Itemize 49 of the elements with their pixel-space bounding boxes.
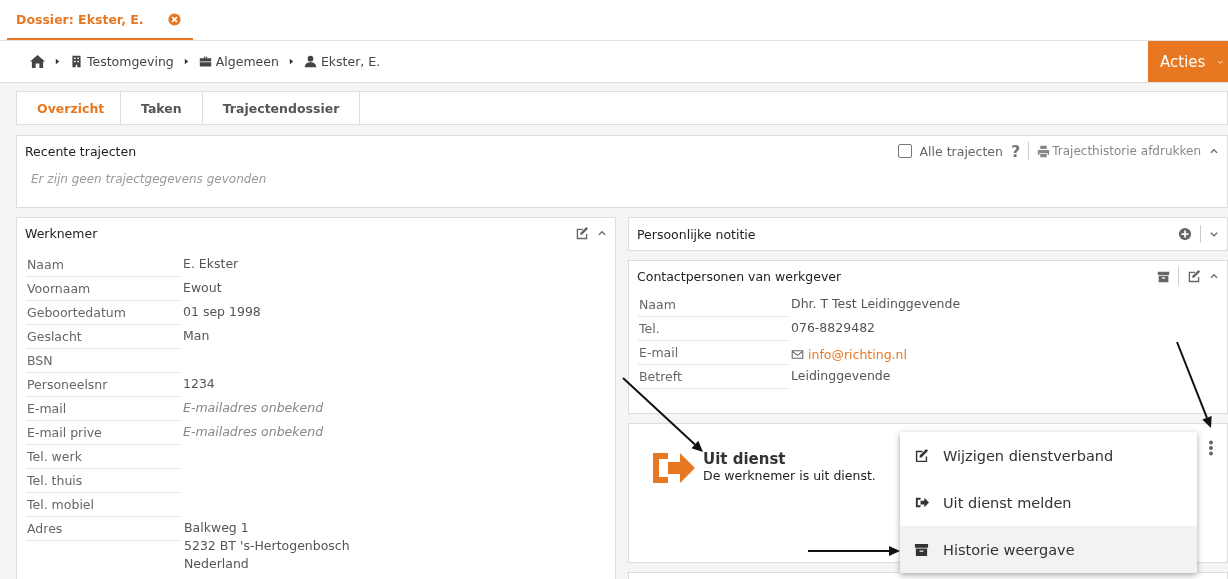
field-value: Leidinggevende: [790, 367, 891, 385]
panel-title: Recente trajecten: [25, 143, 137, 159]
panel-title: Werknemer: [25, 225, 98, 241]
field-label: E-mail prive: [26, 421, 181, 445]
empty-message: Er zijn geen trajectgegevens gevonden: [30, 171, 268, 188]
panel-title: Contactpersonen van werkgever: [637, 268, 842, 284]
breadcrumb-link[interactable]: Algemeen: [198, 54, 279, 69]
field-value: 01 sep 1998: [182, 303, 261, 321]
field-label: Geboortedatum: [26, 301, 181, 325]
field-label: Voornaam: [26, 277, 181, 301]
field-label: Tel. werk: [26, 445, 181, 469]
print-link[interactable]: Trajecthistorie afdrukken: [1037, 144, 1201, 158]
field-label: Naam: [638, 293, 789, 317]
field-value: E-mailadres onbekend: [182, 423, 324, 441]
field-label: Tel.: [638, 317, 789, 341]
field-value: 076-8829482: [790, 319, 876, 337]
checkbox-label: Alle trajecten: [919, 143, 1003, 159]
address-line: Balkweg 1: [184, 520, 250, 535]
field-value: E. Ekster: [182, 255, 239, 273]
field-label: Tel. mobiel: [26, 493, 181, 517]
field-value: 1234: [182, 375, 215, 393]
field-label: Personeelsnr: [26, 373, 181, 397]
panel-title: Persoonlijke notitie: [637, 226, 756, 242]
field-label: Tel. thuis: [26, 469, 181, 493]
breadcrumb-label: Algemeen: [215, 54, 279, 69]
breadcrumb-label: Testomgeving: [87, 54, 174, 69]
breadcrumb-link[interactable]: Testomgeving: [70, 54, 174, 69]
field-label: E-mail: [638, 341, 789, 365]
field-label: Betreft: [638, 365, 789, 389]
menu-item[interactable]: Uit dienst melden: [900, 479, 1197, 526]
field-value: Ewout: [182, 279, 222, 297]
breadcrumb-link[interactable]: Ekster, E.: [303, 54, 381, 69]
status-text: De werknemer is uit dienst.: [703, 468, 876, 483]
field-label: Naam: [26, 253, 181, 277]
field-value: Man: [182, 327, 210, 345]
address-line: Nederland: [184, 556, 250, 571]
field-label: Adres: [26, 517, 181, 541]
field-value: E-mailadres onbekend: [182, 399, 324, 417]
field-label: E-mail: [26, 397, 181, 421]
breadcrumb-label: Ekster, E.: [320, 54, 381, 69]
help-mark[interactable]: ?: [1010, 141, 1021, 161]
status-title: Uit dienst: [703, 450, 787, 468]
dossier-title: Dossier: Ekster, E.: [16, 11, 144, 27]
field-value: Dhr. T Test Leidinggevende: [790, 295, 961, 313]
menu-item[interactable]: Wijzigen dienstverband: [900, 432, 1197, 479]
field-label: BSN: [26, 349, 181, 373]
address-line: 5232 BT 's-Hertogenbosch: [184, 538, 350, 553]
field-label: Geslacht: [26, 325, 181, 349]
menu-item[interactable]: Historie weergave: [900, 526, 1197, 573]
